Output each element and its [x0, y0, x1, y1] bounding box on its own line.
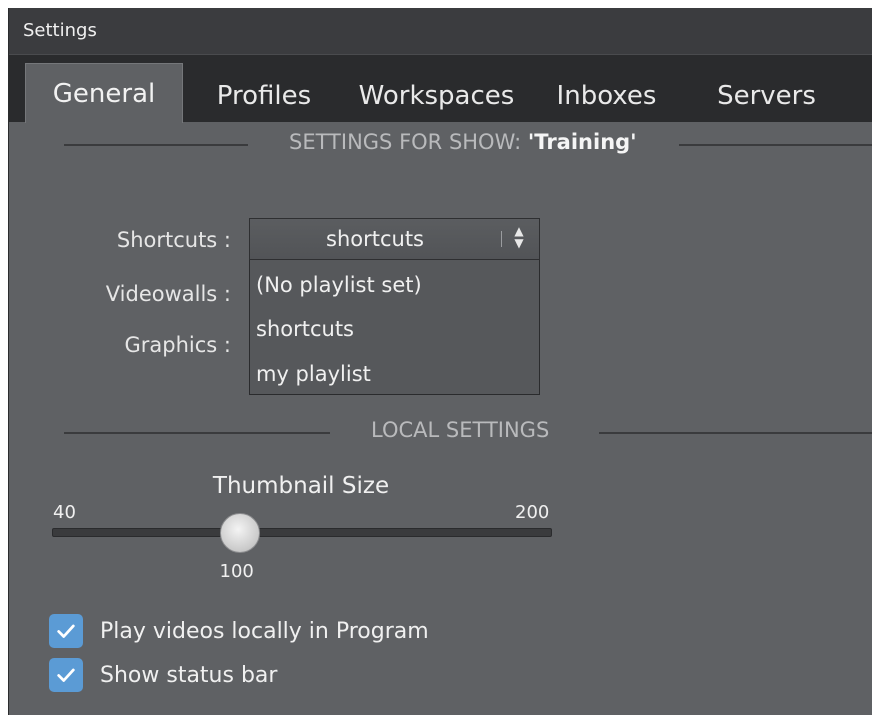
tab-servers[interactable]: Servers: [699, 69, 834, 123]
show-status-bar-option[interactable]: Show status bar: [49, 657, 277, 693]
show-status-bar-label: Show status bar: [100, 662, 278, 688]
graphics-label: Graphics :: [124, 333, 232, 357]
tab-workspaces[interactable]: Workspaces: [349, 69, 524, 123]
local-settings-header: LOCAL SETTINGS: [9, 418, 872, 448]
settings-window: Settings General Profiles Workspaces Inb…: [8, 8, 872, 715]
select-separator: [501, 231, 502, 247]
show-settings-header: SETTINGS FOR SHOW: 'Training': [9, 130, 872, 160]
show-status-bar-checkbox[interactable]: [49, 658, 83, 692]
divider: [64, 432, 330, 434]
thumbnail-size-slider-track[interactable]: [52, 528, 552, 537]
shortcuts-dropdown-list: (No playlist set) shortcuts my playlist: [249, 260, 540, 395]
play-videos-locally-label: Play videos locally in Program: [100, 618, 429, 644]
dropdown-option-shortcuts[interactable]: shortcuts: [256, 309, 534, 349]
slider-value-label: 100: [219, 561, 254, 582]
slider-max-label: 200: [515, 502, 550, 523]
header-prefix: SETTINGS FOR SHOW:: [289, 130, 528, 154]
thumbnail-size-slider-handle[interactable]: [219, 513, 260, 553]
divider: [64, 144, 248, 146]
shortcuts-select-value: shortcuts: [326, 227, 424, 251]
up-down-arrows-icon: ▲ ▼: [514, 224, 524, 250]
tab-general[interactable]: General: [25, 63, 183, 123]
play-videos-locally-checkbox[interactable]: [49, 614, 83, 648]
dropdown-option-no-playlist[interactable]: (No playlist set): [256, 265, 534, 305]
local-settings-title: LOCAL SETTINGS: [371, 418, 550, 442]
checkmark-icon: [57, 624, 75, 638]
dropdown-option-my-playlist[interactable]: my playlist: [256, 354, 534, 394]
show-name: 'Training': [527, 130, 637, 154]
divider: [599, 432, 872, 434]
videowalls-label: Videowalls :: [105, 282, 231, 306]
divider: [679, 144, 872, 146]
tab-inboxes[interactable]: Inboxes: [544, 69, 669, 123]
window-title: Settings: [9, 8, 872, 54]
thumbnail-size-title: Thumbnail Size: [212, 473, 390, 499]
show-settings-title: SETTINGS FOR SHOW: 'Training': [289, 130, 637, 154]
shortcuts-label: Shortcuts :: [116, 228, 231, 252]
play-videos-locally-option[interactable]: Play videos locally in Program: [49, 613, 429, 649]
slider-min-label: 40: [53, 502, 76, 523]
tab-bar: General Profiles Workspaces Inboxes Serv…: [9, 54, 872, 123]
tab-profiles[interactable]: Profiles: [199, 69, 329, 123]
shortcuts-select[interactable]: shortcuts ▲ ▼: [249, 218, 540, 260]
checkmark-icon: [57, 668, 75, 682]
